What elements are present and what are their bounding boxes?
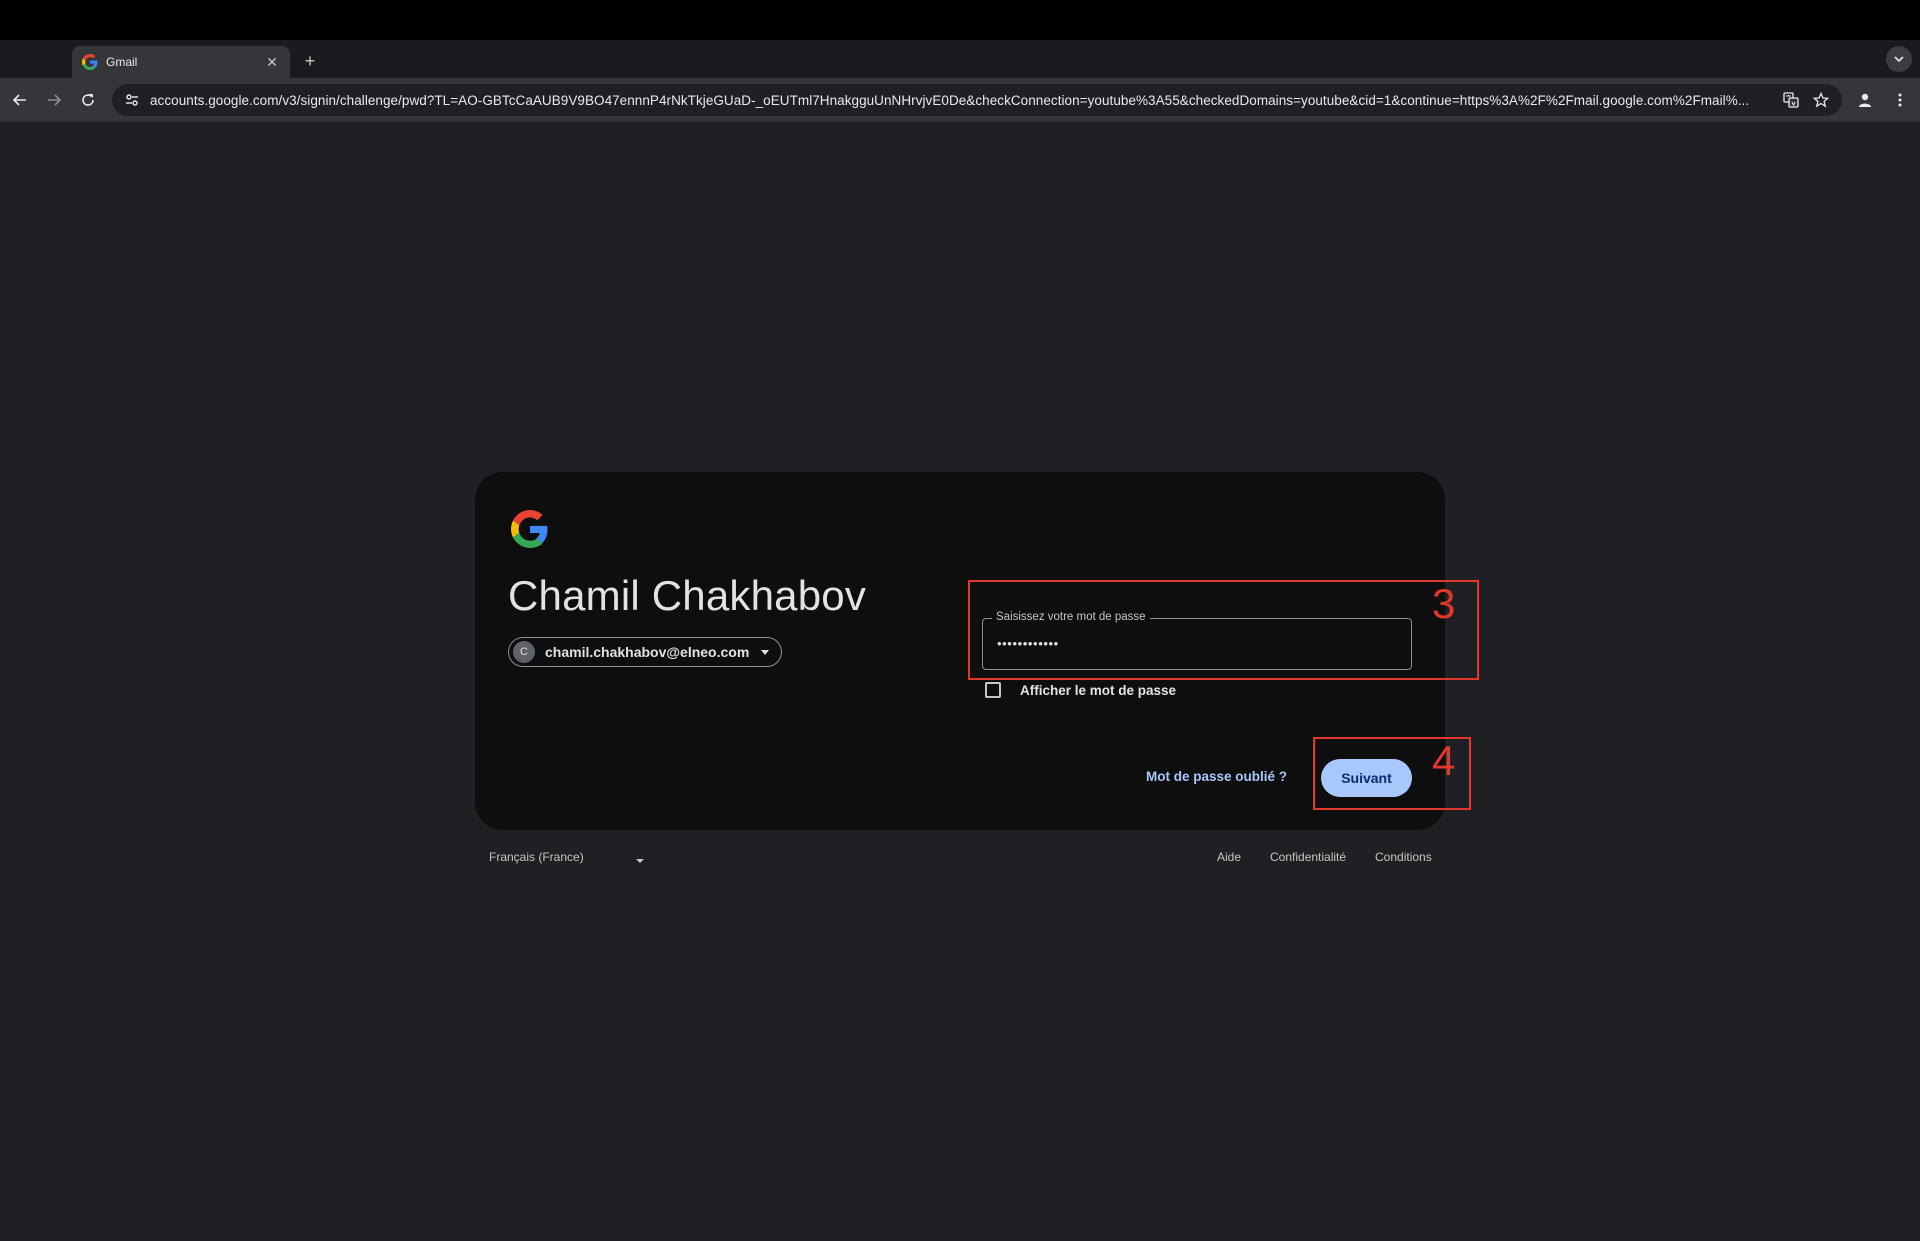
reload-button[interactable] bbox=[76, 88, 100, 112]
language-selector[interactable]: Français (France) bbox=[489, 850, 584, 864]
annotation-box-step-3 bbox=[968, 580, 1479, 680]
tab-title: Gmail bbox=[106, 55, 138, 69]
back-arrow-icon bbox=[12, 94, 26, 106]
kebab-menu-icon bbox=[1898, 93, 1902, 107]
google-favicon-icon bbox=[82, 54, 98, 70]
tab-strip: Gmail ✕ + bbox=[0, 40, 1920, 78]
profile-button[interactable] bbox=[1853, 88, 1877, 112]
annotation-number-4: 4 bbox=[1432, 737, 1456, 784]
help-link[interactable]: Aide bbox=[1217, 850, 1241, 864]
forward-button[interactable] bbox=[42, 88, 66, 112]
reload-icon bbox=[82, 94, 94, 106]
google-logo-icon bbox=[511, 510, 548, 548]
account-name-heading: Chamil Chakhabov bbox=[508, 572, 867, 619]
url-text: accounts.google.com/v3/signin/challenge/… bbox=[150, 92, 1750, 108]
browser-toolbar: accounts.google.com/v3/signin/challenge/… bbox=[0, 78, 1920, 122]
new-tab-button[interactable]: + bbox=[300, 46, 320, 76]
terms-link[interactable]: Conditions bbox=[1375, 850, 1432, 864]
browser-menu-button[interactable] bbox=[1888, 88, 1912, 112]
account-chooser-chip[interactable]: C chamil.chakhabov@elneo.com bbox=[508, 637, 783, 667]
annotation-number-3: 3 bbox=[1432, 580, 1456, 627]
back-button[interactable] bbox=[8, 88, 32, 112]
avatar: C bbox=[513, 641, 535, 663]
address-bar[interactable]: accounts.google.com/v3/signin/challenge/… bbox=[112, 84, 1842, 116]
forward-arrow-icon bbox=[48, 94, 62, 106]
profile-icon bbox=[1859, 93, 1871, 107]
chevron-down-icon bbox=[1894, 56, 1904, 63]
privacy-link[interactable]: Confidentialité bbox=[1270, 850, 1346, 864]
tab-gmail[interactable]: Gmail ✕ bbox=[72, 46, 290, 78]
bookmark-star-icon[interactable] bbox=[1810, 89, 1832, 111]
show-password-toggle[interactable]: Afficher le mot de passe bbox=[985, 682, 1176, 698]
translate-icon[interactable] bbox=[1780, 89, 1802, 111]
show-password-checkbox[interactable] bbox=[985, 682, 1001, 698]
site-settings-icon[interactable] bbox=[122, 90, 142, 110]
caret-down-icon bbox=[761, 649, 770, 655]
tab-search-button[interactable] bbox=[1886, 46, 1912, 72]
tab-close-icon[interactable]: ✕ bbox=[264, 54, 280, 71]
language-caret-icon bbox=[636, 859, 644, 863]
account-email: chamil.chakhabov@elneo.com bbox=[545, 644, 750, 660]
show-password-label: Afficher le mot de passe bbox=[1020, 682, 1177, 698]
forgot-password-link[interactable]: Mot de passe oublié ? bbox=[1146, 769, 1287, 784]
screen-top-bar bbox=[0, 0, 1920, 40]
